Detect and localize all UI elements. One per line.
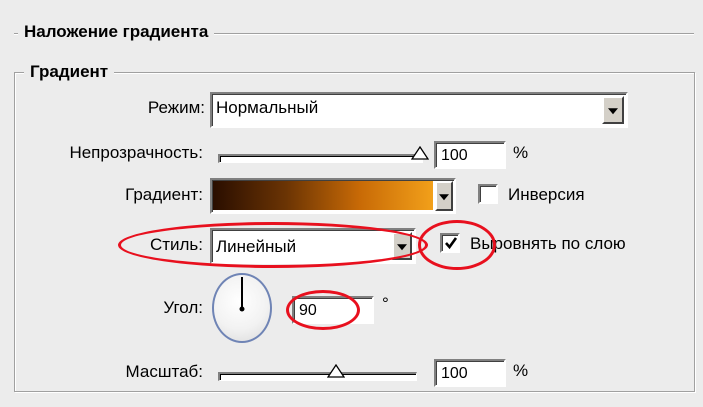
gradient-label: Градиент: xyxy=(125,185,203,204)
style-label: Стиль: xyxy=(149,235,203,254)
scale-value: 100 xyxy=(441,365,468,382)
section-title: Наложение градиента xyxy=(18,22,215,42)
opacity-input[interactable]: 100 xyxy=(434,141,506,169)
reverse-checkbox[interactable] xyxy=(478,184,498,204)
gradient-dropdown-button[interactable] xyxy=(435,181,453,211)
opacity-slider-thumb[interactable] xyxy=(411,146,429,160)
scale-input[interactable]: 100 xyxy=(434,359,506,387)
align-with-layer-checkbox[interactable] xyxy=(440,233,460,253)
scale-label: Масштаб: xyxy=(125,362,203,381)
chevron-down-icon xyxy=(608,108,618,115)
scale-slider-thumb[interactable] xyxy=(326,364,345,378)
reverse-label: Инверсия xyxy=(508,185,585,204)
chevron-down-icon xyxy=(439,194,449,201)
opacity-label: Непрозрачность: xyxy=(69,143,203,162)
scale-unit: % xyxy=(513,361,529,380)
opacity-value: 100 xyxy=(441,147,468,164)
gradient-overlay-panel: Наложение градиента Градиент Режим: Норм… xyxy=(0,0,703,407)
angle-label: Угол: xyxy=(163,298,203,317)
angle-value: 90 xyxy=(299,302,317,319)
gradient-swatch[interactable] xyxy=(213,181,433,210)
mode-dropdown-button[interactable] xyxy=(602,96,624,124)
angle-needle-icon xyxy=(239,277,245,312)
opacity-slider[interactable] xyxy=(218,154,423,163)
angle-dial[interactable] xyxy=(212,273,272,343)
chevron-down-icon xyxy=(397,244,407,251)
angle-input[interactable]: 90 xyxy=(292,296,374,324)
style-dropdown-button[interactable] xyxy=(392,232,412,260)
checkmark-icon xyxy=(445,237,458,250)
align-with-layer-label: Выровнять по слою xyxy=(470,234,626,253)
angle-unit: ° xyxy=(382,294,389,313)
style-select[interactable]: Линейный xyxy=(210,228,416,264)
scale-slider[interactable] xyxy=(218,372,417,381)
mode-select-value: Нормальный xyxy=(216,98,319,117)
mode-select[interactable]: Нормальный xyxy=(210,92,628,128)
style-select-value: Линейный xyxy=(216,237,297,256)
gradient-picker[interactable] xyxy=(210,178,456,214)
opacity-unit: % xyxy=(513,143,529,162)
mode-label: Режим: xyxy=(147,98,205,117)
group-title: Градиент xyxy=(24,62,115,82)
